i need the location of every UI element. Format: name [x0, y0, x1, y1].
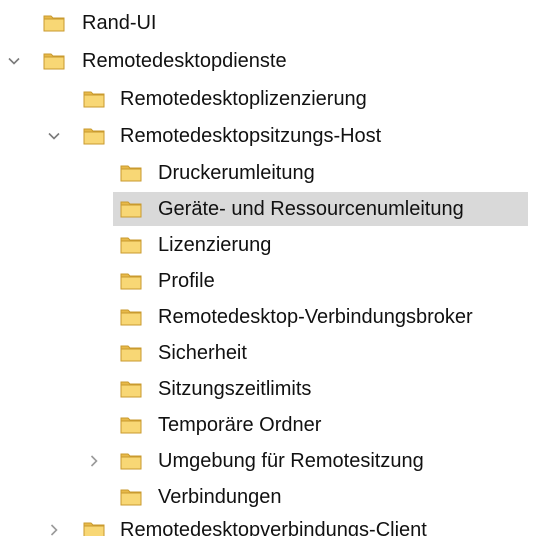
folder-icon [119, 161, 143, 185]
tree-item-label: Lizenzierung [158, 234, 272, 256]
folder-icon [119, 197, 143, 221]
tree-item-geraete-und-ressourcenumleitung[interactable]: Geräte- und Ressourcenumleitung [0, 191, 539, 227]
chevron-down-icon[interactable] [6, 53, 22, 69]
folder-icon [119, 269, 143, 293]
tree-item-remotedesktop-verbindungsbroker[interactable]: Remotedesktop-Verbindungsbroker [0, 299, 539, 335]
group-policy-tree: Rand-UI Remotedesktopdienste Remotedeskt… [0, 0, 539, 536]
tree-item-label: Remotedesktopsitzungs-Host [120, 125, 382, 147]
tree-item-label: Sicherheit [158, 342, 247, 364]
tree-item-sitzungszeitlimits[interactable]: Sitzungszeitlimits [0, 371, 539, 407]
tree-item-remotedesktopverbindungs-client[interactable]: Remotedesktopverbindungs-Client [0, 512, 539, 536]
tree-item-label: Remotedesktopdienste [82, 50, 287, 72]
tree-item-label: Temporäre Ordner [158, 414, 322, 436]
folder-icon [42, 11, 66, 35]
chevron-right-icon[interactable] [86, 453, 102, 469]
tree-item-remotedesktopdienste[interactable]: Remotedesktopdienste [0, 43, 539, 79]
folder-icon [119, 305, 143, 329]
folder-icon [82, 87, 106, 111]
tree-item-remotedesktopsitzungs-host[interactable]: Remotedesktopsitzungs-Host [0, 118, 539, 154]
tree-item-rand-ui[interactable]: Rand-UI [0, 5, 539, 41]
tree-item-label: Remotedesktop-Verbindungsbroker [158, 306, 473, 328]
chevron-right-icon[interactable] [46, 522, 62, 536]
folder-icon [119, 377, 143, 401]
tree-item-label: Rand-UI [82, 12, 157, 34]
folder-icon [82, 124, 106, 148]
folder-icon [119, 341, 143, 365]
tree-item-label: Remotedesktopverbindungs-Client [120, 519, 427, 536]
tree-item-label: Sitzungszeitlimits [158, 378, 312, 400]
tree-item-sicherheit[interactable]: Sicherheit [0, 335, 539, 371]
tree-item-verbindungen[interactable]: Verbindungen [0, 479, 539, 515]
folder-icon [119, 449, 143, 473]
tree-item-label: Geräte- und Ressourcenumleitung [158, 198, 464, 220]
folder-icon [42, 49, 66, 73]
tree-item-temporaere-ordner[interactable]: Temporäre Ordner [0, 407, 539, 443]
tree-item-label: Umgebung für Remotesitzung [158, 450, 424, 472]
tree-item-label: Profile [158, 270, 215, 292]
folder-icon [119, 485, 143, 509]
tree-item-remotedesktoplizenzierung[interactable]: Remotedesktoplizenzierung [0, 81, 539, 117]
tree-item-label: Remotedesktoplizenzierung [120, 88, 367, 110]
folder-icon [119, 413, 143, 437]
folder-icon [82, 518, 106, 536]
folder-icon [119, 233, 143, 257]
tree-item-druckerumleitung[interactable]: Druckerumleitung [0, 155, 539, 191]
tree-item-umgebung-fuer-remotesitzung[interactable]: Umgebung für Remotesitzung [0, 443, 539, 479]
tree-item-profile[interactable]: Profile [0, 263, 539, 299]
tree-item-label: Druckerumleitung [158, 162, 315, 184]
chevron-down-icon[interactable] [46, 128, 62, 144]
tree-item-label: Verbindungen [158, 486, 282, 508]
tree-item-lizenzierung[interactable]: Lizenzierung [0, 227, 539, 263]
